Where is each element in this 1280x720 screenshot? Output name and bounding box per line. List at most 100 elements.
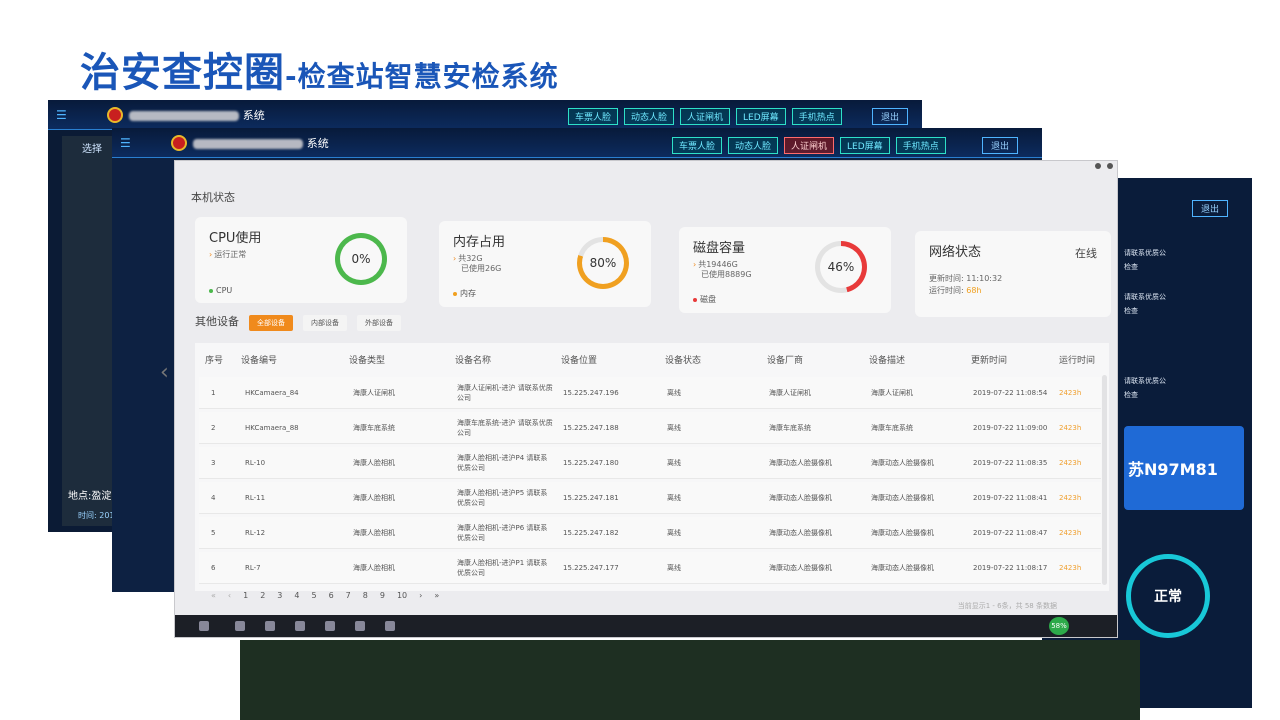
taskbar-app-icon[interactable] <box>265 621 275 631</box>
table-row[interactable]: 5 RL-12 海康人脸相机 海康人脸相机-进沪P6 请联系优质公司 15.225.24… <box>199 517 1101 549</box>
last-page-button[interactable]: » <box>434 591 439 600</box>
cell-type: 海康人脸相机 <box>353 459 395 467</box>
memory-ring: 80% <box>577 237 629 289</box>
taskbar-app-icon[interactable] <box>385 621 395 631</box>
cell-type: 海康人脸相机 <box>353 494 395 502</box>
logout-button[interactable]: 退出 <box>982 137 1019 154</box>
card-footer: 内存 <box>453 288 476 299</box>
cell-updated: 2019-07-22 11:08:54 <box>973 389 1048 397</box>
start-icon[interactable] <box>199 621 209 631</box>
col-header: 设备类型 <box>349 356 386 366</box>
table-row[interactable]: 3 RL-10 海康人脸相机 海康人脸相机-进沪P4 请联系优质公司 15.225.24… <box>199 447 1101 479</box>
taskbar-app-icon[interactable] <box>235 621 245 631</box>
cell-updated: 2019-07-22 11:08:35 <box>973 459 1048 467</box>
network-runtime: 运行时间: 68h <box>929 286 982 295</box>
minimize-icon[interactable] <box>1095 163 1101 169</box>
page-3[interactable]: 3 <box>277 591 282 600</box>
card-title: CPU使用 <box>209 231 262 246</box>
page-7[interactable]: 7 <box>346 591 351 600</box>
cell-vendor: 海康车底系统 <box>769 424 811 432</box>
page-1[interactable]: 1 <box>243 591 248 600</box>
cell-ip: 15.225.247.181 <box>563 494 619 502</box>
page-2[interactable]: 2 <box>260 591 265 600</box>
network-card: 网络状态 在线 更新时间: 11:10:32 运行时间: 68h <box>915 231 1111 317</box>
nav-hotspot[interactable]: 手机热点 <box>791 108 842 125</box>
page-5[interactable]: 5 <box>311 591 316 600</box>
nav-hotspot[interactable]: 手机热点 <box>895 137 946 154</box>
table-row[interactable]: 1 HKCamaera_84 海康人证闸机 海康人证闸机-进沪 请联系优质公司 15.2… <box>199 377 1101 409</box>
list-item: 检查 <box>1124 263 1138 271</box>
hud-nav-mid: 车票人脸 动态人脸 人证闸机 LED屏幕 手机热点 <box>672 137 946 154</box>
cell-state: 离线 <box>667 494 681 502</box>
col-header: 更新时间 <box>971 356 1008 366</box>
prev-page-button[interactable]: ‹ <box>228 591 231 600</box>
back-select-label: 选择 <box>82 144 102 155</box>
table-row[interactable]: 2 HKCamaera_88 海康车底系统 海康车底系统-进沪 请联系优质公司 15.2… <box>199 412 1101 444</box>
tab-all-devices[interactable]: 全部设备 <box>249 315 293 331</box>
col-header: 设备名称 <box>455 356 492 366</box>
system-monitor-badge[interactable]: 58% <box>1049 617 1069 635</box>
cell-id: HKCamaera_84 <box>245 389 299 397</box>
list-item: 请联系优质公 <box>1124 293 1166 301</box>
nav-led[interactable]: LED屏幕 <box>736 108 786 125</box>
col-header: 运行时间 <box>1059 356 1096 366</box>
disk-ring: 46% <box>815 241 867 293</box>
nav-dynamic-face[interactable]: 动态人脸 <box>624 108 675 125</box>
col-header: 设备厂商 <box>767 356 804 366</box>
nav-id-gate[interactable]: 人证闸机 <box>680 108 731 125</box>
nav-led[interactable]: LED屏幕 <box>840 137 890 154</box>
cell-no: 6 <box>211 564 216 572</box>
camera-feed-back <box>62 136 114 526</box>
hud-bar-mid: ☰ 系统 车票人脸 动态人脸 人证闸机 LED屏幕 手机热点 退出 <box>112 128 1042 158</box>
first-page-button[interactable]: « <box>211 591 216 600</box>
cell-ip: 15.225.247.180 <box>563 459 619 467</box>
network-update-time: 更新时间: 11:10:32 <box>929 274 1003 283</box>
menu-icon[interactable]: ☰ <box>120 136 131 150</box>
cell-no: 4 <box>211 494 216 502</box>
page-10[interactable]: 10 <box>397 591 407 600</box>
cell-name: 海康人脸相机-进沪P4 请联系优质公司 <box>457 454 548 472</box>
taskbar-app-icon[interactable] <box>355 621 365 631</box>
col-header: 序号 <box>205 356 224 366</box>
page-9[interactable]: 9 <box>380 591 385 600</box>
col-header: 设备位置 <box>561 356 598 366</box>
cell-name: 海康人证闸机-进沪 请联系优质公司 <box>457 384 553 402</box>
logout-button[interactable]: 退出 <box>872 108 909 125</box>
other-devices-title: 其他设备 <box>195 315 239 328</box>
system-name: 系统 <box>128 107 265 123</box>
taskbar-app-icon[interactable] <box>295 621 305 631</box>
cell-state: 离线 <box>667 389 681 397</box>
table-scrollbar[interactable] <box>1102 375 1107 585</box>
table-row[interactable]: 4 RL-11 海康人脸相机 海康人脸相机-进沪P5 请联系优质公司 15.225.24… <box>199 482 1101 514</box>
card-title: 磁盘容量 <box>693 241 746 256</box>
page-8[interactable]: 8 <box>363 591 368 600</box>
cell-desc: 海康动态人脸摄像机 <box>871 494 934 502</box>
logout-button[interactable]: 退出 <box>1192 200 1229 217</box>
card-footer: CPU <box>209 286 232 295</box>
list-item: 请联系优质公 <box>1124 249 1166 257</box>
cell-runtime: 2423h <box>1059 494 1082 502</box>
tab-internal-devices[interactable]: 内部设备 <box>303 315 347 331</box>
pagination: « ‹ 1 2 3 4 5 6 7 8 9 10 › » <box>211 591 439 600</box>
cell-desc: 海康人证闸机 <box>871 389 913 397</box>
tab-external-devices[interactable]: 外部设备 <box>357 315 401 331</box>
close-icon[interactable] <box>1107 163 1113 169</box>
page-4[interactable]: 4 <box>294 591 299 600</box>
table-row[interactable]: 6 RL-7 海康人脸相机 海康人脸相机-进沪P1 请联系优质公司 15.225.247… <box>199 552 1101 584</box>
menu-icon[interactable]: ☰ <box>56 108 67 122</box>
col-header: 设备编号 <box>241 356 278 366</box>
nav-id-gate[interactable]: 人证闸机 <box>784 137 835 154</box>
page-6[interactable]: 6 <box>329 591 334 600</box>
cell-state: 离线 <box>667 529 681 537</box>
taskbar-app-icon[interactable] <box>325 621 335 631</box>
nav-ticket-face[interactable]: 车票人脸 <box>672 137 723 154</box>
cell-id: RL-7 <box>245 564 261 572</box>
cell-vendor: 海康动态人脸摄像机 <box>769 564 832 572</box>
card-title: 网络状态 <box>929 245 982 260</box>
nav-dynamic-face[interactable]: 动态人脸 <box>728 137 779 154</box>
next-page-button[interactable]: › <box>419 591 422 600</box>
nav-ticket-face[interactable]: 车票人脸 <box>568 108 619 125</box>
chevron-left-icon[interactable]: ‹ <box>160 360 169 385</box>
cell-state: 离线 <box>667 564 681 572</box>
cell-name: 海康人脸相机-进沪P5 请联系优质公司 <box>457 489 548 507</box>
